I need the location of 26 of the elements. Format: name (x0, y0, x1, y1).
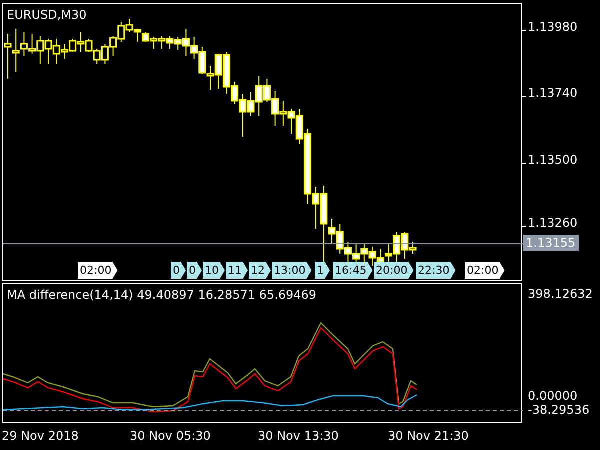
time-axis-label: 30 Nov 13:30 (258, 429, 339, 443)
price-label: 1.13740 (528, 86, 578, 100)
price-label: 1.13500 (528, 153, 578, 167)
time-tag: 22:30 (416, 262, 456, 279)
time-axis-label: 29 Nov 2018 (2, 429, 79, 443)
time-tag: 1 (315, 262, 330, 279)
symbol-label: EURUSD,M30 (7, 8, 87, 22)
time-axis-label: 30 Nov 05:30 (130, 429, 211, 443)
time-tag: 0 (187, 262, 202, 279)
current-price-tag: 1.13155 (523, 235, 579, 251)
time-tag: 11 (226, 262, 248, 279)
indicator-scale-label: 398.12632 (528, 287, 593, 301)
time-tag: 0 (171, 262, 186, 279)
time-tag: 12 (249, 262, 271, 279)
price-label: 1.13980 (528, 20, 578, 34)
time-tag: 16:45 (333, 262, 373, 279)
time-axis-label: 30 Nov 21:30 (388, 429, 469, 443)
time-tag: 13:00 (272, 262, 312, 279)
time-tag: 10 (203, 262, 225, 279)
time-tag: 20:00 (374, 262, 414, 279)
price-label: 1.13260 (528, 216, 578, 230)
indicator-scale-label: -38.29536 (528, 403, 590, 417)
time-tag: 02:00 (465, 262, 505, 279)
indicator-label: MA difference(14,14) 49.40897 16.28571 65.69469 (7, 288, 317, 302)
time-tag: 02:00 (78, 262, 118, 279)
indicator-scale-label: 0.00000 (528, 389, 578, 403)
